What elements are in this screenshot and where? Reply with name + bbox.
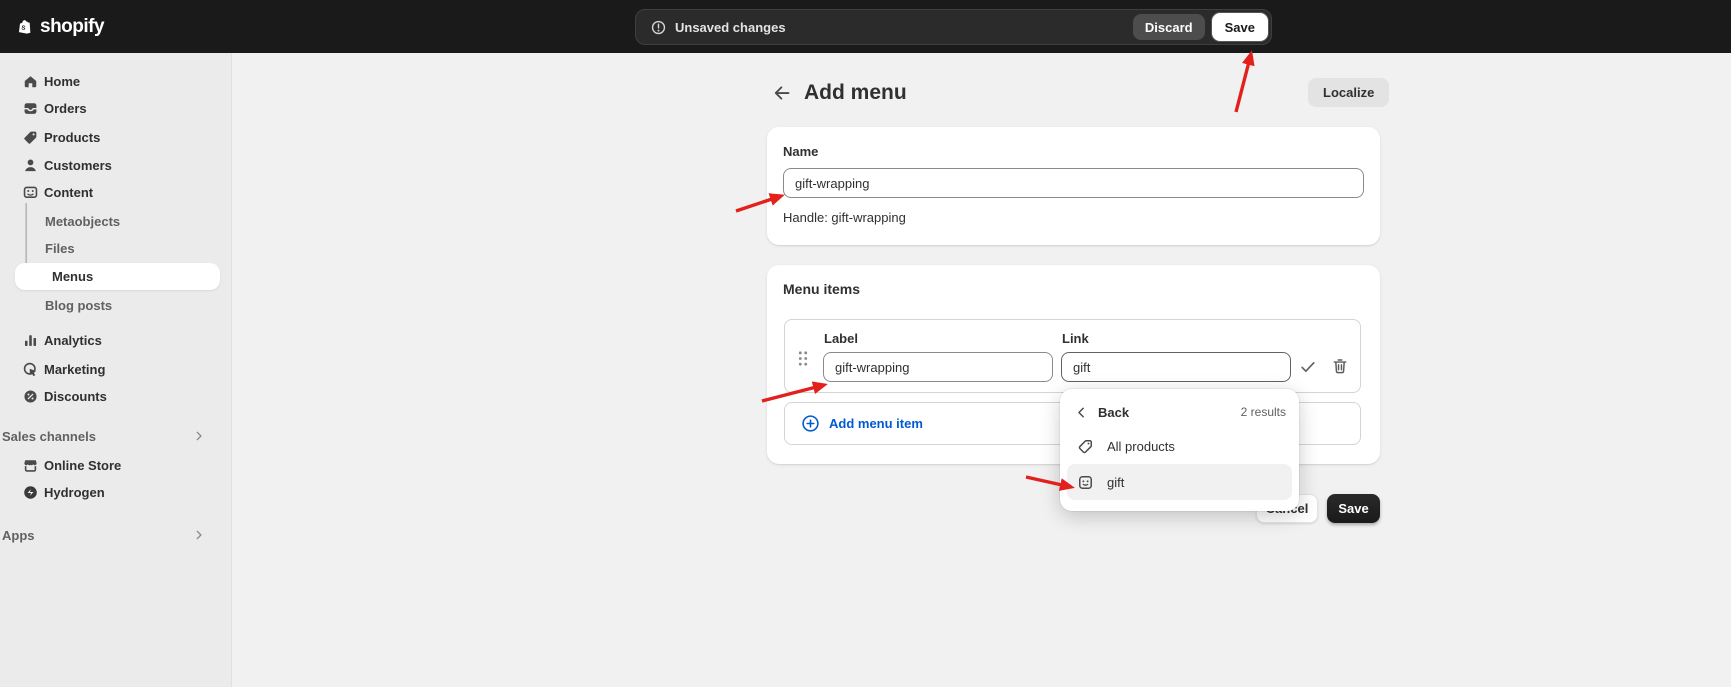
menu-item-row: Label Link bbox=[784, 319, 1361, 393]
sidebar-nav: Home Orders Products Customers Content bbox=[0, 53, 232, 687]
sidebar-item-products[interactable]: Products bbox=[8, 123, 224, 151]
save-button-top[interactable]: Save bbox=[1212, 13, 1268, 41]
sidebar-label: Menus bbox=[52, 269, 93, 284]
shopify-bag-icon: S bbox=[16, 18, 33, 35]
sidebar-label: Discounts bbox=[44, 389, 107, 404]
sidebar-item-blog-posts[interactable]: Blog posts bbox=[8, 292, 224, 318]
add-menu-item-label: Add menu item bbox=[829, 416, 923, 431]
dropdown-back-label: Back bbox=[1098, 405, 1129, 420]
item-label-input[interactable] bbox=[823, 352, 1053, 382]
orders-icon bbox=[22, 100, 39, 117]
link-picker-dropdown: Back 2 results All products gift bbox=[1060, 389, 1299, 511]
page-title: Add menu bbox=[804, 78, 907, 108]
online-store-icon bbox=[22, 457, 39, 474]
checkmark-icon bbox=[1299, 358, 1317, 376]
sidebar-label: Blog posts bbox=[45, 298, 112, 313]
sidebar-item-customers[interactable]: Customers bbox=[8, 151, 224, 179]
sidebar-item-menus[interactable]: Menus bbox=[15, 263, 220, 290]
tag-icon bbox=[1077, 438, 1094, 455]
dropdown-option-label: gift bbox=[1107, 475, 1124, 490]
link-field-label: Link bbox=[1062, 331, 1089, 346]
content-icon bbox=[22, 184, 39, 201]
trash-icon bbox=[1331, 357, 1349, 375]
sidebar-item-analytics[interactable]: Analytics bbox=[8, 326, 224, 354]
arrow-left-icon bbox=[771, 83, 791, 103]
svg-text:S: S bbox=[21, 25, 26, 32]
sidebar-item-content[interactable]: Content bbox=[8, 178, 224, 206]
name-field-label: Name bbox=[783, 144, 818, 159]
sidebar-label: Online Store bbox=[44, 458, 121, 473]
sidebar-label: Customers bbox=[44, 158, 112, 173]
discard-button[interactable]: Discard bbox=[1133, 14, 1205, 40]
shopify-logo[interactable]: S shopify bbox=[16, 0, 104, 53]
hydrogen-icon bbox=[22, 484, 39, 501]
sidebar-label: Products bbox=[44, 130, 100, 145]
sidebar-item-online-store[interactable]: Online Store bbox=[8, 451, 224, 479]
sidebar-label: Marketing bbox=[44, 362, 105, 377]
plus-circle-icon bbox=[801, 414, 820, 433]
save-button-bottom[interactable]: Save bbox=[1327, 494, 1380, 523]
dropdown-option-all-products[interactable]: All products bbox=[1067, 428, 1292, 464]
label-field-label: Label bbox=[824, 331, 858, 346]
confirm-item-button[interactable] bbox=[1299, 356, 1321, 378]
dropdown-results-count: 2 results bbox=[1241, 405, 1286, 419]
unsaved-changes-label: Unsaved changes bbox=[675, 20, 786, 35]
sidebar-section-label: Sales channels bbox=[2, 429, 96, 444]
back-button[interactable] bbox=[766, 78, 796, 108]
name-card: Name Handle: gift-wrapping bbox=[767, 127, 1380, 245]
alert-icon bbox=[650, 19, 667, 36]
sidebar-label: Content bbox=[44, 185, 93, 200]
sidebar-label: Analytics bbox=[44, 333, 102, 348]
sidebar-item-marketing[interactable]: Marketing bbox=[8, 355, 224, 383]
item-link-input[interactable] bbox=[1061, 352, 1291, 382]
chevron-right-icon bbox=[192, 429, 206, 443]
sidebar-item-hydrogen[interactable]: Hydrogen bbox=[8, 478, 224, 506]
sidebar-label: Home bbox=[44, 74, 80, 89]
top-bar: S shopify Unsaved changes Discard Save bbox=[0, 0, 1731, 53]
sidebar-item-discounts[interactable]: Discounts bbox=[8, 382, 224, 410]
localize-button[interactable]: Localize bbox=[1308, 78, 1389, 107]
collection-icon bbox=[1077, 474, 1094, 491]
sidebar-section-sales-channels[interactable]: Sales channels bbox=[2, 424, 220, 448]
products-icon bbox=[22, 129, 39, 146]
customers-icon bbox=[22, 157, 39, 174]
sidebar-item-orders[interactable]: Orders bbox=[8, 94, 224, 122]
sidebar-item-home[interactable]: Home bbox=[8, 67, 224, 95]
home-icon bbox=[22, 73, 39, 90]
drag-handle-icon[interactable] bbox=[797, 350, 809, 367]
handle-text: Handle: gift-wrapping bbox=[783, 210, 1364, 225]
marketing-icon bbox=[22, 361, 39, 378]
discounts-icon bbox=[22, 388, 39, 405]
brand-wordmark: shopify bbox=[40, 16, 104, 38]
sidebar-label: Hydrogen bbox=[44, 485, 105, 500]
sidebar-label: Orders bbox=[44, 101, 87, 116]
sidebar-section-apps[interactable]: Apps bbox=[2, 523, 220, 547]
analytics-icon bbox=[22, 332, 39, 349]
delete-item-button[interactable] bbox=[1331, 355, 1353, 377]
main-content: Add menu Localize Name Handle: gift-wrap… bbox=[232, 53, 1731, 687]
chevron-right-icon bbox=[192, 528, 206, 542]
sidebar-section-label: Apps bbox=[2, 528, 35, 543]
menu-items-title: Menu items bbox=[783, 281, 1364, 297]
dropdown-back-button[interactable]: Back 2 results bbox=[1067, 396, 1292, 428]
sidebar-label: Metaobjects bbox=[45, 214, 120, 229]
dropdown-option-gift[interactable]: gift bbox=[1067, 464, 1292, 500]
chevron-left-icon bbox=[1074, 405, 1089, 420]
menu-name-input[interactable] bbox=[783, 168, 1364, 198]
sidebar-label: Files bbox=[45, 241, 75, 256]
dropdown-option-label: All products bbox=[1107, 439, 1175, 454]
unsaved-changes-bar: Unsaved changes Discard Save bbox=[635, 9, 1272, 45]
